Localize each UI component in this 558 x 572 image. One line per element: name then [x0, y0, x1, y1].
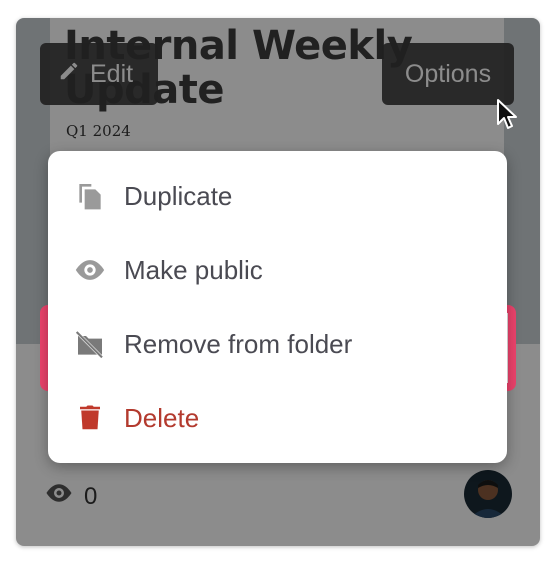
eye-icon [72, 252, 108, 288]
menu-item-label: Delete [124, 402, 200, 433]
menu-item-delete[interactable]: Delete [48, 381, 507, 455]
duplicate-icon [72, 178, 108, 214]
menu-item-label: Remove from folder [124, 328, 353, 359]
folder-off-icon [72, 326, 108, 362]
menu-item-label: Make public [124, 254, 263, 285]
menu-item-duplicate[interactable]: Duplicate [48, 159, 507, 233]
menu-item-make-public[interactable]: Make public [48, 233, 507, 307]
mouse-pointer-icon [497, 99, 517, 129]
options-menu: Duplicate Make public Remove from folder [48, 151, 507, 463]
menu-item-label: Duplicate [124, 180, 233, 211]
trash-icon [72, 400, 108, 436]
menu-item-remove-from-folder[interactable]: Remove from folder [48, 307, 507, 381]
